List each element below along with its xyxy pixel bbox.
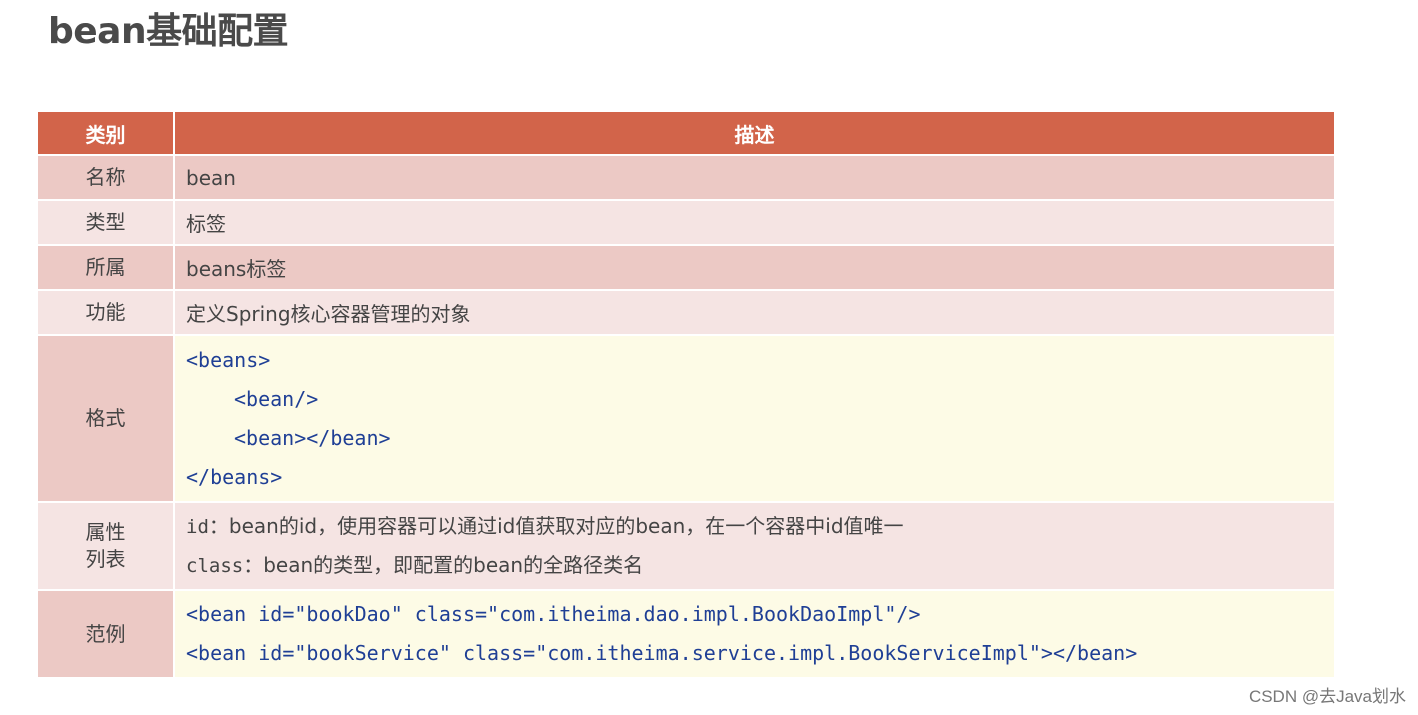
attribute-list: id：bean的id，使用容器可以通过id值获取对应的bean，在一个容器中id… — [175, 503, 1334, 591]
attribute-separator: ： — [208, 514, 229, 538]
attribute-item-id: id：bean的id，使用容器可以通过id值获取对应的bean，在一个容器中id… — [186, 507, 1334, 546]
row-label: 名称 — [38, 156, 175, 201]
table-row-belongs: 所属 beans标签 — [38, 246, 1334, 291]
code-line: <bean></bean> — [234, 425, 391, 450]
table-row-example: 范例 <bean id="bookDao" class="com.itheima… — [38, 591, 1334, 679]
format-code-block: <beans> <bean/> <bean></bean> </beans> — [175, 336, 1334, 503]
row-label: 功能 — [38, 291, 175, 336]
table-row-type: 类型 标签 — [38, 201, 1334, 246]
table-row-attributes: 属性 列表 id：bean的id，使用容器可以通过id值获取对应的bean，在一… — [38, 503, 1334, 591]
code-line: <bean/> — [234, 386, 319, 411]
table-row-format: 格式 <beans> <bean/> <bean></bean> </beans… — [38, 336, 1334, 503]
attribute-name: class — [186, 555, 244, 577]
row-value: beans标签 — [175, 246, 1334, 291]
row-value: bean — [175, 156, 1334, 201]
code-line: <bean id="bookService" class="com.itheim… — [186, 641, 1138, 665]
example-code-block: <bean id="bookDao" class="com.itheima.da… — [175, 591, 1334, 679]
bean-config-table: 类别 描述 名称 bean 类型 标签 所属 beans标签 功能 定义Spri… — [38, 112, 1334, 679]
row-label: 格式 — [38, 336, 175, 503]
attribute-name: id — [186, 516, 209, 538]
header-category: 类别 — [38, 112, 175, 156]
code-line: </beans> — [186, 464, 283, 489]
code-line: <beans> — [186, 347, 271, 372]
attribute-item-class: class：bean的类型，即配置的bean的全路径类名 — [186, 546, 1334, 585]
row-value: 标签 — [175, 201, 1334, 246]
watermark: CSDN @去Java划水 — [1248, 687, 1406, 706]
table-row-function: 功能 定义Spring核心容器管理的对象 — [38, 291, 1334, 336]
row-label: 所属 — [38, 246, 175, 291]
table-header-row: 类别 描述 — [38, 112, 1334, 156]
row-value: 定义Spring核心容器管理的对象 — [175, 291, 1334, 336]
code-line: <bean id="bookDao" class="com.itheima.da… — [186, 602, 921, 626]
row-label: 属性 列表 — [38, 503, 175, 591]
row-label-line: 属性 — [85, 520, 126, 544]
row-label: 类型 — [38, 201, 175, 246]
header-description: 描述 — [175, 112, 1334, 156]
row-label: 范例 — [38, 591, 175, 679]
page-title: bean基础配置 — [48, 11, 289, 52]
attribute-separator: ： — [243, 553, 264, 577]
table-row-name: 名称 bean — [38, 156, 1334, 201]
attribute-desc: bean的类型，即配置的bean的全路径类名 — [263, 553, 644, 577]
attribute-desc: bean的id，使用容器可以通过id值获取对应的bean，在一个容器中id值唯一 — [228, 514, 904, 538]
row-label-line: 列表 — [85, 547, 126, 571]
